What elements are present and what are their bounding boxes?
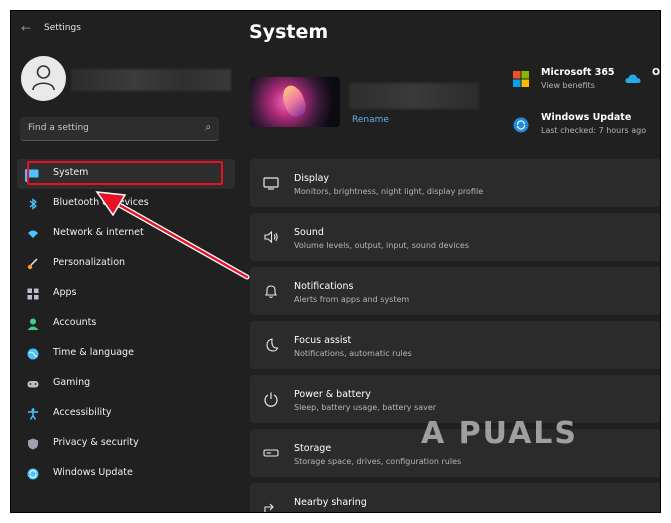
settings-window: ← Settings Find a setting ⌕ System Bluet… (10, 10, 661, 513)
annotation-arrow (95, 191, 250, 280)
